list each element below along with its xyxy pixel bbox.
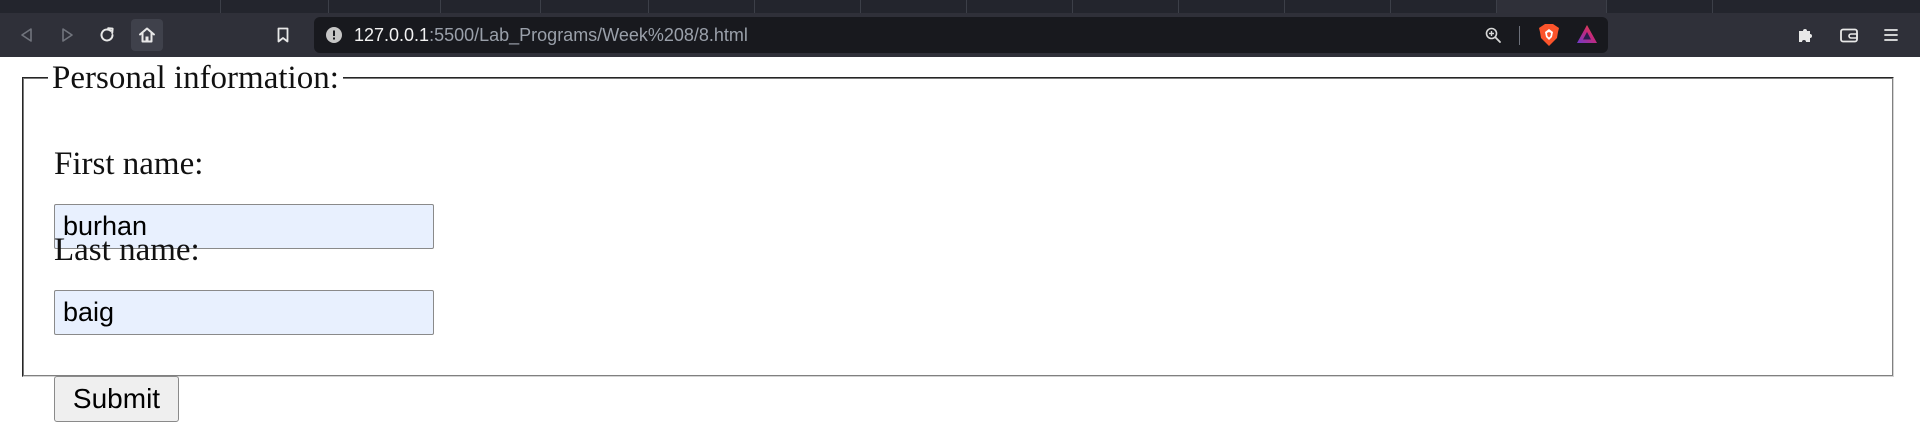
back-button[interactable] xyxy=(11,19,43,51)
address-bar-separator xyxy=(1519,26,1520,45)
tab-divider xyxy=(860,0,861,13)
bookmark-icon xyxy=(274,26,292,44)
active-tab[interactable] xyxy=(1496,0,1607,13)
puzzle-icon xyxy=(1796,25,1816,45)
personal-info-fieldset: Personal information: First name: Last n… xyxy=(22,60,1894,422)
home-icon xyxy=(137,25,157,45)
brave-shield-icon[interactable] xyxy=(1538,23,1560,51)
wallet-icon xyxy=(1839,25,1859,45)
zoom-icon[interactable] xyxy=(1484,26,1502,48)
menu-button[interactable] xyxy=(1875,19,1907,51)
reload-icon xyxy=(97,25,117,45)
home-button[interactable] xyxy=(131,19,163,51)
tab-divider xyxy=(328,0,329,13)
fieldset-legend: Personal information: xyxy=(52,60,339,96)
tab-divider xyxy=(540,0,541,13)
extensions-button[interactable] xyxy=(1790,19,1822,51)
tab-strip xyxy=(0,0,1920,13)
info-icon[interactable] xyxy=(326,27,342,43)
url-path: :5500/Lab_Programs/Week%208/8.html xyxy=(429,25,748,45)
wallet-button[interactable] xyxy=(1833,19,1865,51)
address-bar[interactable]: 127.0.0.1:5500/Lab_Programs/Week%208/8.h… xyxy=(314,17,1608,53)
tab-divider xyxy=(220,0,221,13)
bookmark-button[interactable] xyxy=(267,19,299,51)
page-content: Personal information: First name: Last n… xyxy=(0,57,1920,432)
brave-rewards-icon[interactable] xyxy=(1576,24,1598,48)
tab-divider xyxy=(648,0,649,13)
url-host: 127.0.0.1 xyxy=(354,25,430,45)
reload-button[interactable] xyxy=(91,19,123,51)
tab-divider xyxy=(1390,0,1391,13)
tab-divider xyxy=(754,0,755,13)
tab-divider xyxy=(966,0,967,13)
tab-divider xyxy=(1284,0,1285,13)
first-name-label: First name: xyxy=(54,146,204,182)
tab-divider xyxy=(1072,0,1073,13)
url-text[interactable]: 127.0.0.1:5500/Lab_Programs/Week%208/8.h… xyxy=(354,17,748,53)
tab-divider xyxy=(1606,0,1607,13)
last-name-label: Last name: xyxy=(54,232,200,268)
last-name-input[interactable] xyxy=(54,290,434,335)
hamburger-icon xyxy=(1882,26,1900,44)
tab-divider xyxy=(440,0,441,13)
forward-button[interactable] xyxy=(51,19,83,51)
forward-triangle-icon xyxy=(58,26,76,44)
tab-divider xyxy=(1178,0,1179,13)
tab-divider xyxy=(1712,0,1713,13)
browser-toolbar: 127.0.0.1:5500/Lab_Programs/Week%208/8.h… xyxy=(0,13,1920,57)
submit-button[interactable]: Submit xyxy=(54,376,179,422)
back-triangle-icon xyxy=(18,26,36,44)
